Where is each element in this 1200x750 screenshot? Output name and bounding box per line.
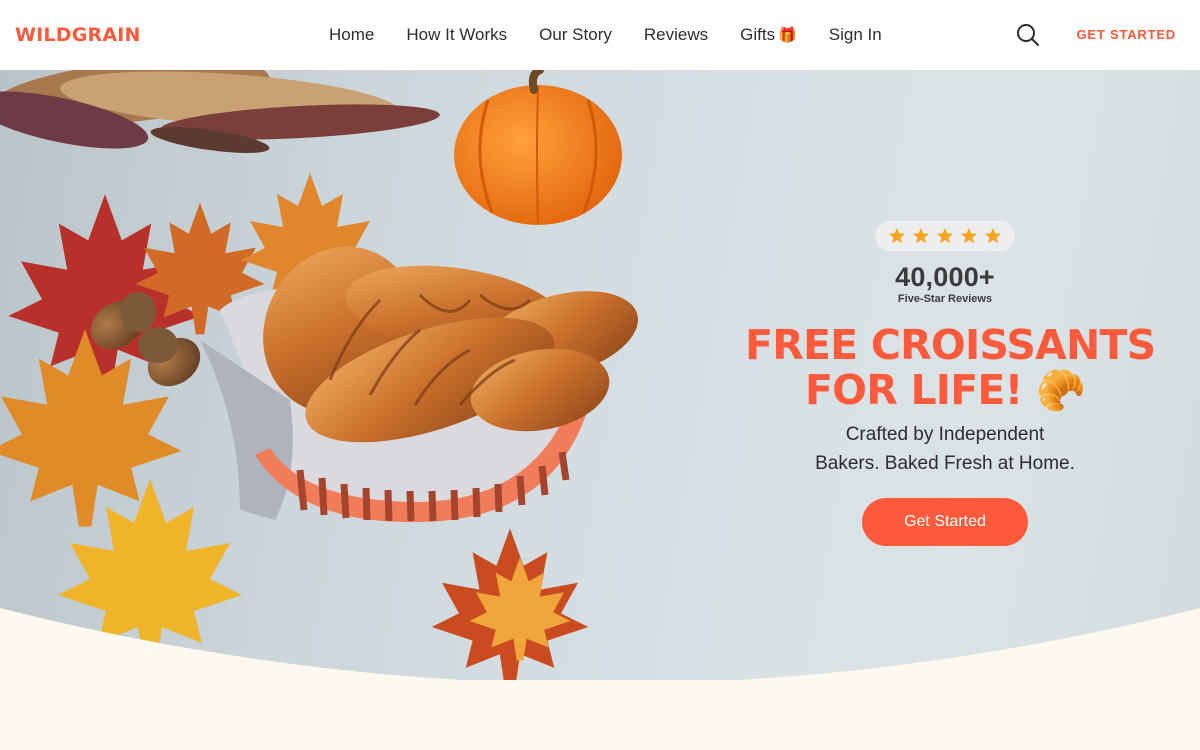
- pumpkin: [454, 70, 622, 225]
- nav-link-how-it-works[interactable]: How It Works: [406, 25, 507, 45]
- star-icon: [984, 227, 1002, 244]
- get-started-nav-button[interactable]: GET STARTED: [1076, 27, 1176, 42]
- subhead-line-1: Crafted by Independent: [845, 424, 1045, 445]
- star-icon: [936, 227, 954, 244]
- search-button[interactable]: [1015, 22, 1041, 48]
- top-nav: WILDGRAIN Home How It Works Our Story Re…: [0, 0, 1200, 70]
- nav-link-gifts-label: Gifts: [740, 25, 776, 44]
- nav-link-our-story[interactable]: Our Story: [539, 25, 612, 45]
- review-label: Five-Star Reviews: [897, 293, 993, 305]
- primary-nav: Home How It Works Our Story Reviews Gift…: [329, 0, 914, 70]
- gift-icon: 🎁: [778, 27, 797, 44]
- subhead-line-2: Bakers. Baked Fresh at Home.: [815, 453, 1075, 474]
- hero-headline: FREE CROISSANTS FOR LIFE! 🥐: [745, 323, 1156, 414]
- nav-link-gifts[interactable]: Gifts 🎁: [740, 25, 797, 45]
- hero-section: 40,000+ Five-Star Reviews FREE CROISSANT…: [0, 70, 1200, 680]
- nav-link-reviews[interactable]: Reviews: [644, 25, 708, 45]
- rating-pill: [875, 221, 1015, 251]
- review-count: 40,000+: [895, 262, 995, 292]
- nav-link-sign-in[interactable]: Sign In: [829, 25, 882, 45]
- croissant-icon: 🥐: [1036, 368, 1086, 414]
- corn-husks: [0, 70, 440, 153]
- hero-subhead: Crafted by Independent Bakers. Baked Fre…: [745, 420, 1145, 478]
- hero-wave-divider: [0, 608, 1200, 750]
- star-icon: [888, 227, 906, 244]
- get-started-hero-button[interactable]: Get Started: [862, 498, 1028, 546]
- star-icon: [960, 227, 978, 244]
- hero-copy: 40,000+ Five-Star Reviews FREE CROISSANT…: [745, 221, 1156, 546]
- star-icon: [912, 227, 930, 244]
- headline-line-2: FOR LIFE!: [804, 366, 1023, 414]
- wildgrain-logo[interactable]: WILDGRAIN: [15, 21, 141, 49]
- headline-line-1: FREE CROISSANTS: [745, 321, 1156, 369]
- nav-link-home[interactable]: Home: [329, 25, 374, 45]
- search-icon: [1017, 24, 1039, 46]
